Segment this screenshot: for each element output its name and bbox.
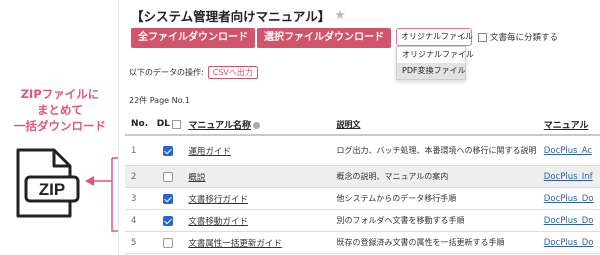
table-header: No. DL マニュアル名称 説明文 マニュアル xyxy=(125,114,600,136)
annotation-line: ZIPファイルに xyxy=(20,87,100,101)
split-by-document-label: 文書毎に分類する xyxy=(490,33,559,43)
select-all-checkbox[interactable] xyxy=(171,119,181,129)
row-checkbox[interactable] xyxy=(162,193,173,204)
row-no: 5 xyxy=(131,237,137,248)
header-dl-label: DL xyxy=(156,119,170,129)
manual-list-panel: 【システム管理者向けマニュアル】 ★ 全ファイルダウンロード 選択ファイルダウン… xyxy=(118,0,600,255)
header-name[interactable]: マニュアル名称 xyxy=(184,118,332,131)
file-type-dropdown: オリジナルファイル PDF変換ファイル xyxy=(396,46,474,80)
row-name-cell: 文書移動ガイド xyxy=(184,215,332,227)
row-name-link[interactable]: 文書移行ガイド xyxy=(188,195,248,205)
row-description: ログ出力、バッチ処理、本番環境への移行に関する説明 xyxy=(336,146,537,155)
split-by-document-checkbox[interactable] xyxy=(478,32,487,42)
header-manual-label[interactable]: マニュアル xyxy=(544,121,589,131)
row-manual-cell: DocPlus_Inf xyxy=(542,172,600,182)
table-row: 2 概説 概念の説明、マニュアルの案内 DocPlus_Inf xyxy=(125,166,600,188)
row-name-cell: 運用ガイド xyxy=(184,145,332,157)
star-icon[interactable]: ★ xyxy=(334,8,346,23)
dropdown-option-original[interactable]: オリジナルファイル xyxy=(397,47,474,63)
header-name-label[interactable]: マニュアル名称 xyxy=(188,121,251,131)
row-description: 既存の登録済み文書の属性を一括更新する手順 xyxy=(336,238,505,247)
header-manual[interactable]: マニュアル xyxy=(542,118,600,131)
row-description: 概念の説明、マニュアルの案内 xyxy=(336,172,449,181)
row-description: 他システムからのデータ移行手順 xyxy=(336,194,457,203)
row-manual-link[interactable]: DocPlus_Ac xyxy=(544,146,592,156)
download-selected-button[interactable]: 選択ファイルダウンロード xyxy=(257,28,391,48)
result-count: 22件 Page No.1 xyxy=(129,96,191,105)
row-no: 2 xyxy=(131,171,137,182)
manual-table: No. DL マニュアル名称 説明文 マニュアル 1 運用ガイド ログ出力、バッ… xyxy=(125,114,600,254)
zip-file-icon: ZIP xyxy=(16,148,80,218)
row-manual-cell: DocPlus_Do xyxy=(542,216,600,226)
data-operations: 以下のデータの操作: CSVへ出力 xyxy=(129,66,258,79)
row-manual-link[interactable]: DocPlus_Do xyxy=(544,194,594,204)
row-manual-link[interactable]: DocPlus_Do xyxy=(544,238,594,248)
row-dl-cell xyxy=(155,193,185,204)
header-description[interactable]: 説明文 xyxy=(332,119,541,130)
dropdown-option-pdf[interactable]: PDF変換ファイル xyxy=(397,63,466,79)
table-row: 5 文書属性一括更新ガイド 既存の登録済み文書の属性を一括更新する手順 DocP… xyxy=(125,232,600,254)
row-no: 4 xyxy=(131,215,137,226)
table-row: 1 運用ガイド ログ出力、バッチ処理、本番環境への移行に関する説明 DocPlu… xyxy=(125,136,600,166)
row-name-cell: 文書属性一括更新ガイド xyxy=(184,237,332,249)
row-checkbox[interactable] xyxy=(162,171,173,182)
row-dl-cell xyxy=(155,171,185,182)
row-manual-cell: DocPlus_Do xyxy=(542,238,600,248)
screenshot-root: ZIPファイルに まとめて 一括ダウンロード ZIP 【システム管理者向けマニュ… xyxy=(0,0,600,255)
annotation-caption: ZIPファイルに まとめて 一括ダウンロード xyxy=(4,86,116,134)
sort-icon[interactable] xyxy=(253,121,261,129)
csv-export-button[interactable]: CSVへ出力 xyxy=(207,66,258,79)
row-manual-link[interactable]: DocPlus_Do xyxy=(544,216,594,226)
row-name-link[interactable]: 運用ガイド xyxy=(188,147,231,157)
row-name-link[interactable]: 概説 xyxy=(188,173,205,183)
row-dl-cell xyxy=(155,145,185,156)
row-manual-cell: DocPlus_Ac xyxy=(542,146,600,156)
row-no: 1 xyxy=(131,145,137,156)
header-dl: DL xyxy=(155,119,185,129)
title-row: 【システム管理者向けマニュアル】 ★ xyxy=(131,6,346,24)
row-manual-link[interactable]: DocPlus_Inf xyxy=(544,172,593,182)
annotation-line: まとめて xyxy=(37,103,83,117)
data-operations-label: 以下のデータの操作: xyxy=(129,68,204,77)
table-row: 4 文書移動ガイド 別のフォルダへ文書を移動する手順 DocPlus_Do xyxy=(125,210,600,232)
header-no: No. xyxy=(131,119,149,129)
row-name-cell: 文書移行ガイド xyxy=(184,193,332,205)
zip-label: ZIP xyxy=(39,180,65,199)
row-dl-cell xyxy=(155,215,185,226)
row-name-link[interactable]: 文書属性一括更新ガイド xyxy=(188,239,282,249)
file-type-select[interactable]: オリジナルファイル ⌄ xyxy=(396,28,473,46)
header-description-label[interactable]: 説明文 xyxy=(336,120,360,129)
row-name-link[interactable]: 文書移動ガイド xyxy=(188,217,248,227)
row-checkbox[interactable] xyxy=(162,145,173,156)
row-name-cell: 概説 xyxy=(184,171,332,183)
split-by-document-option[interactable]: 文書毎に分類する xyxy=(478,31,558,43)
page-title: 【システム管理者向けマニュアル】 xyxy=(131,8,331,24)
row-dl-cell xyxy=(155,237,185,248)
chevron-down-icon: ⌄ xyxy=(460,32,467,41)
row-manual-cell: DocPlus_Do xyxy=(542,194,600,204)
row-no: 3 xyxy=(131,193,137,204)
table-row: 3 文書移行ガイド 他システムからのデータ移行手順 DocPlus_Do xyxy=(125,188,600,210)
download-all-button[interactable]: 全ファイルダウンロード xyxy=(131,28,255,48)
row-checkbox[interactable] xyxy=(162,215,173,226)
row-checkbox[interactable] xyxy=(162,237,173,248)
annotation-line: 一括ダウンロード xyxy=(14,119,106,133)
row-description: 別のフォルダへ文書を移動する手順 xyxy=(336,216,465,225)
